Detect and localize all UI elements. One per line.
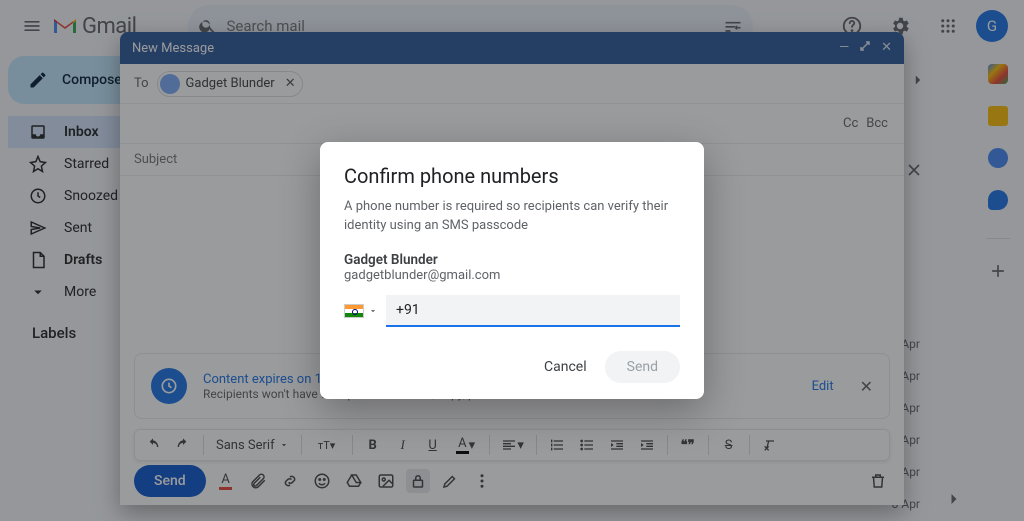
india-flag-icon bbox=[344, 304, 364, 318]
country-code-picker[interactable] bbox=[344, 295, 378, 327]
dialog-send-button[interactable]: Send bbox=[605, 351, 680, 383]
dialog-body-text: A phone number is required so recipients… bbox=[344, 198, 680, 236]
recipient-email: gadgetblunder@gmail.com bbox=[344, 268, 680, 283]
confirm-phone-dialog: Confirm phone numbers A phone number is … bbox=[320, 142, 704, 399]
recipient-name: Gadget Blunder bbox=[344, 252, 680, 268]
dialog-cancel-button[interactable]: Cancel bbox=[536, 351, 595, 383]
phone-number-input[interactable] bbox=[386, 295, 680, 327]
caret-down-icon bbox=[368, 306, 378, 316]
dialog-title: Confirm phone numbers bbox=[344, 164, 680, 188]
